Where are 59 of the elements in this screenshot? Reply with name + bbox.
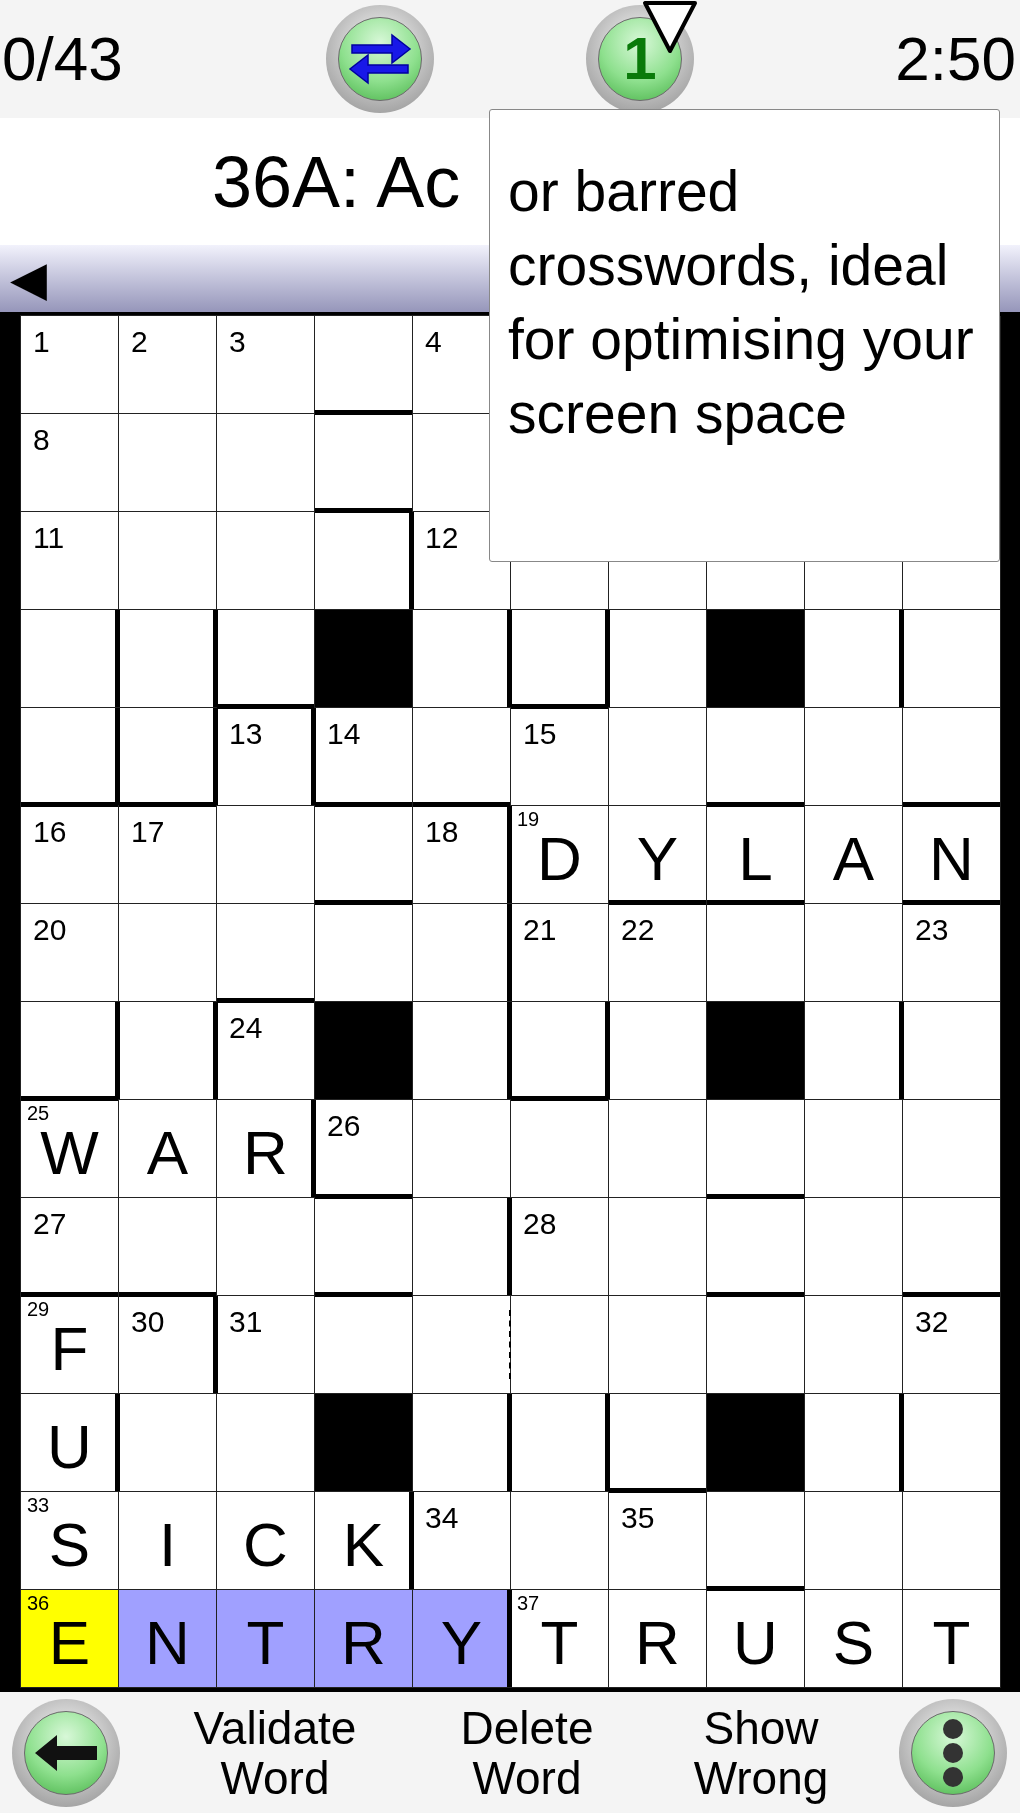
- cell-letter: T: [931, 1608, 972, 1678]
- cell-letter: Y: [635, 824, 680, 894]
- cell-letter: S: [48, 1510, 92, 1580]
- clue-number: 28: [523, 1208, 557, 1240]
- clue-number: 2: [131, 326, 148, 358]
- clue-number: 17: [131, 816, 165, 848]
- clue-number: 33: [27, 1494, 50, 1516]
- cell-letter: K: [341, 1510, 386, 1580]
- cell-letter: A: [145, 1118, 190, 1188]
- clue-number: 31: [229, 1306, 263, 1338]
- clue-number: 25: [27, 1102, 50, 1124]
- cell-letter: Y: [439, 1608, 484, 1678]
- tooltip-text: or barred crosswords, ideal for optimising your screen space: [508, 158, 975, 447]
- cell-letter: U: [732, 1608, 779, 1678]
- clue-number: 19: [517, 808, 540, 830]
- cell-letter: E: [48, 1608, 92, 1678]
- clue-number: 14: [327, 718, 361, 750]
- clue-number: 34: [425, 1502, 459, 1534]
- cell-letter: F: [49, 1314, 90, 1384]
- clue-number: 23: [915, 914, 949, 946]
- cell-letter: R: [634, 1608, 681, 1678]
- clue-number: 35: [621, 1502, 655, 1534]
- cell-letter: T: [539, 1608, 580, 1678]
- cell-letter: C: [242, 1510, 289, 1580]
- clue-number: 16: [33, 816, 67, 848]
- clue-number: 13: [229, 718, 263, 750]
- clue-number: 1: [33, 326, 50, 358]
- cell-letter: N: [928, 824, 975, 894]
- cell-letter: I: [157, 1510, 178, 1580]
- cell-letter: D: [537, 824, 583, 894]
- clue-text: 36A: Ac: [211, 145, 461, 218]
- clue-number: 37: [517, 1592, 540, 1614]
- clue-number: 36: [27, 1592, 50, 1614]
- clue-number: 18: [425, 816, 459, 848]
- cell-letter: R: [340, 1608, 387, 1678]
- clue-number: 32: [915, 1306, 949, 1338]
- clue-number: 12: [425, 522, 459, 554]
- clue-number: 11: [33, 522, 65, 554]
- clue-number: 22: [621, 914, 655, 946]
- clue-number: 20: [33, 914, 67, 946]
- cell-letter: T: [245, 1608, 286, 1678]
- clue-number: 3: [229, 326, 246, 358]
- clue-number: 8: [33, 424, 50, 456]
- clue-number: 26: [327, 1110, 361, 1142]
- clue-number: 4: [425, 326, 442, 358]
- score-counter: 0/43: [1, 28, 124, 90]
- clue-number: 30: [131, 1306, 165, 1338]
- cell-letter: U: [46, 1412, 93, 1482]
- cell-letter: L: [737, 824, 774, 894]
- cell-letter: R: [242, 1118, 289, 1188]
- timer: 2:50: [894, 28, 1017, 90]
- cell-letter: N: [144, 1608, 191, 1678]
- cell-letter: A: [831, 824, 876, 894]
- clue-number: 15: [523, 718, 557, 750]
- clue-number: 21: [523, 914, 557, 946]
- clue-number: 27: [33, 1208, 67, 1240]
- clue-number: 24: [229, 1012, 263, 1044]
- clue-number: 29: [27, 1298, 50, 1320]
- cell-letter: S: [831, 1608, 876, 1678]
